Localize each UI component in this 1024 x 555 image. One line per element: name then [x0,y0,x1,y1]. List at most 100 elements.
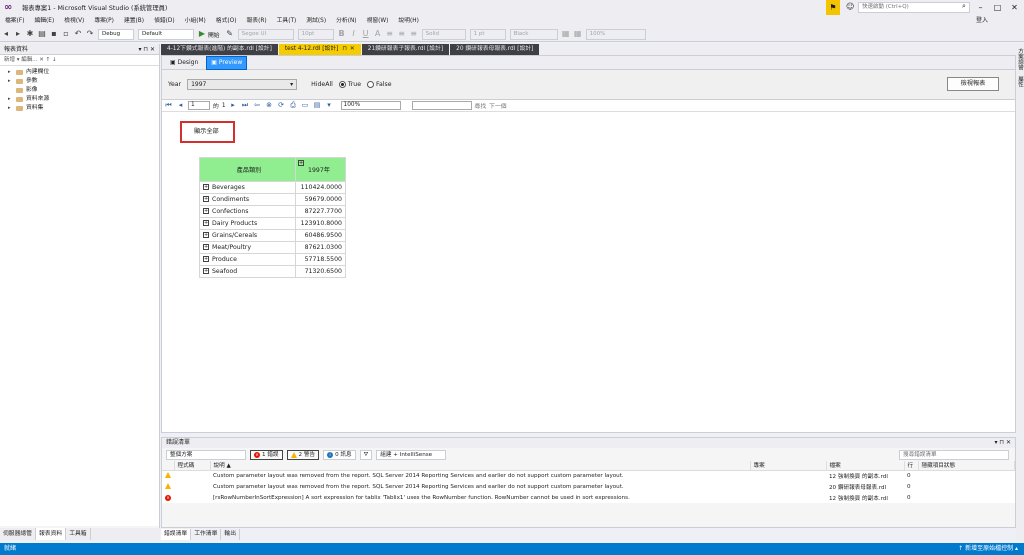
pin-icon[interactable]: ⊓ [342,46,347,52]
view-report-button[interactable]: 檢視報表 [947,77,999,91]
first-page-icon[interactable]: ⏮ [164,101,173,110]
category-cell[interactable]: + Meat/Poultry [199,241,296,254]
expand-plus-icon[interactable]: + [203,244,209,250]
expand-arrow-icon[interactable]: ▸ [8,95,13,104]
menu-item[interactable]: 報表(R) [241,15,271,27]
expand-plus-icon[interactable]: + [203,184,209,190]
category-cell[interactable]: + Produce [199,253,296,266]
menu-item[interactable]: 編輯(E) [29,15,59,27]
previous-page-icon[interactable]: ◂ [176,101,185,110]
border-style-select[interactable]: Solid [421,28,466,40]
align-right-icon[interactable]: ≡ [408,28,420,40]
notification-flag-icon[interactable]: ⚑ [826,0,840,15]
menu-item[interactable]: 檢視(V) [59,15,89,27]
border-width-select[interactable]: 1 pt [469,28,506,40]
show-all-textbox[interactable]: 顯示全部 [180,121,235,143]
font-select[interactable]: Segoe UI [237,28,294,40]
bottom-tab[interactable]: 工具箱 [66,528,91,540]
menu-item[interactable]: 分析(N) [331,15,361,27]
expand-plus-icon[interactable]: + [203,256,209,262]
expand-plus-icon[interactable]: + [203,220,209,226]
error-scope-select[interactable]: 整個方案 [166,449,246,460]
expand-plus-icon[interactable]: + [298,160,304,166]
error-column-header[interactable]: 專案 [750,461,827,471]
stop-icon[interactable]: ⊗ [265,101,274,110]
hideall-false-radio[interactable]: False [367,81,392,88]
tree-item[interactable]: ▸ 內建欄位 [0,68,159,77]
year-header[interactable]: +1997年 [295,157,346,182]
redo-icon[interactable]: ↷ [84,28,96,40]
error-row[interactable]: Custom parameter layout was removed from… [162,481,1015,492]
menu-item[interactable]: 測試(S) [301,15,331,27]
italic-icon[interactable]: I [348,28,360,40]
find-input[interactable] [411,101,472,110]
align-left-icon[interactable]: ≡ [384,28,396,40]
expand-arrow-icon[interactable]: ▸ [8,104,13,113]
tree-item[interactable]: ▸ 資料來源 [0,95,159,104]
page-setup-icon[interactable]: ▤ [313,101,322,110]
error-column-header[interactable] [162,461,175,471]
export-icon[interactable]: ▾ [325,101,334,110]
configuration-select[interactable]: Debug [98,28,134,40]
errors-filter-button[interactable]: ✕ 1 錯誤 [250,449,283,460]
document-tab[interactable]: 21鑽研報表子報表.rdl [設計] [361,44,450,55]
tree-item[interactable]: ▸ 參數 [0,77,159,86]
category-cell[interactable]: + Confections [199,205,296,218]
sign-in-link[interactable]: 登入 [976,15,988,27]
menu-item[interactable]: 建置(B) [119,15,149,27]
category-cell[interactable]: + Seafood [199,265,296,278]
tab-preview[interactable]: ▣ Preview [206,55,248,70]
expand-plus-icon[interactable]: + [203,196,209,202]
report-data-toolbar[interactable]: 新增 ▾ 編輯... ✕ ↑ ↓ [0,55,159,66]
error-column-header[interactable]: 說明 ▲ [210,461,751,471]
expand-plus-icon[interactable]: + [203,208,209,214]
menu-item[interactable]: 工具(T) [272,15,302,27]
expand-plus-icon[interactable]: + [203,232,209,238]
save-all-icon[interactable]: ▫ [60,28,72,40]
bottom-tab[interactable]: 工作清單 [191,529,222,540]
zoom-select[interactable]: 100% [340,101,401,110]
menu-item[interactable]: 視窗(W) [362,15,394,27]
grid-icon[interactable]: ▦ [572,28,584,40]
close-tab-icon[interactable]: ✕ [350,46,355,52]
forward-icon[interactable]: ▸ [12,28,24,40]
menu-item[interactable]: 偵錯(D) [149,15,180,27]
bottom-tab[interactable]: 報表資料 [36,528,67,540]
category-cell[interactable]: + Condiments [199,193,296,206]
font-size-select[interactable]: 10pt [297,28,334,40]
tree-item[interactable]: ▸ 資料集 [0,104,159,113]
error-search-input[interactable]: 搜尋錯誤清單 [899,450,1009,460]
minimize-button[interactable]: – [972,0,989,15]
bottom-tab[interactable]: 輸出 [221,529,241,540]
start-icon[interactable]: ▶ [196,28,208,40]
print-layout-icon[interactable]: ▭ [301,101,310,110]
quick-launch-input[interactable]: 快速啟動 (Ctrl+Q) [858,2,970,13]
maximize-button[interactable]: □ [989,0,1006,15]
tree-item[interactable]: 影像 [0,86,159,95]
find-link[interactable]: 尋找 [475,101,487,110]
bottom-tab[interactable]: 伺服器總管 [0,528,36,540]
close-window-button[interactable]: ✕ [1006,0,1023,15]
year-select[interactable]: 1997 ▾ [187,79,298,90]
expand-arrow-icon[interactable]: ▸ [8,77,13,86]
category-cell[interactable]: + Dairy Products [199,217,296,230]
menu-item[interactable]: 格式(O) [211,15,242,27]
menu-item[interactable]: 專案(P) [89,15,119,27]
document-tab[interactable]: 20 鑽研報表母報表.rdl [設計] [450,44,540,55]
page-number-input[interactable]: 1 [188,101,210,110]
error-column-header[interactable]: 隱藏項目狀態 [918,461,1015,471]
back-icon[interactable]: ◂ [0,28,12,40]
new-project-icon[interactable]: ✱ [24,28,36,40]
tab-design[interactable]: ▣ Design [166,57,202,69]
hideall-true-radio[interactable]: True [338,81,361,88]
paint-icon[interactable]: ✎ [224,28,236,40]
font-color-icon[interactable]: A [372,28,384,40]
border-icon[interactable]: ▦ [560,28,572,40]
menu-item[interactable]: 小組(M) [180,15,211,27]
panel-close-icon[interactable]: ▾ ⊓ ✕ [994,438,1011,448]
last-page-icon[interactable]: ⏭ [241,101,250,110]
panel-close-icon[interactable]: ▾ ⊓ ✕ [138,44,155,55]
category-cell[interactable]: + Grains/Cereals [199,229,296,242]
menu-item[interactable]: 檔案(F) [0,15,29,27]
category-cell[interactable]: + Beverages [199,181,296,194]
